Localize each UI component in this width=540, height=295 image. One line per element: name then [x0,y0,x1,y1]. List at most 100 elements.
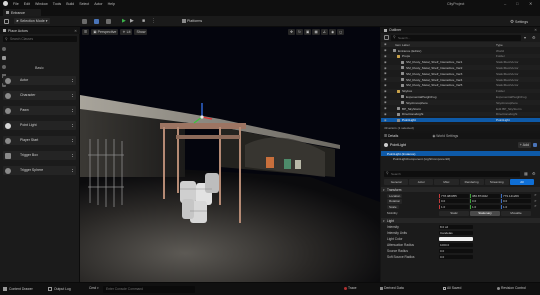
drag-handle-icon[interactable] [72,139,74,142]
tab-entrance[interactable]: Entrance [3,9,41,16]
minimize-icon[interactable]: – [504,1,506,6]
mobility-movable-button[interactable]: Movable [501,210,531,216]
angle-snap-icon[interactable]: ∠ [320,29,329,35]
derived-data-button[interactable]: Derived Data [380,286,404,290]
mobility-stationary-button[interactable]: Stationary [470,210,500,216]
settings-button[interactable]: ⚙ Settings [510,19,528,25]
content-drawer-button[interactable]: Content Drawer [3,285,47,293]
outliner-row[interactable]: ◉ SM_Rusty_Metal_Shelf_Interactive_Var3 St… [381,71,540,76]
visibility-eye-icon[interactable]: ◉ [384,77,387,81]
outliner-row[interactable]: ◉ SM_Rusty_Metal_Shelf_Interactive_Var4 St… [381,77,540,82]
menu-window[interactable]: Window [35,2,48,6]
menu-edit[interactable]: Edit [24,2,30,6]
transform-x-field[interactable]: 778.483355 [440,193,469,198]
transform-mode-dropdown[interactable]: Scale [387,204,399,210]
more-options-icon[interactable]: ⋮ [151,18,156,24]
property-value-field[interactable]: 1000.0 [439,242,473,247]
outliner-settings-icon[interactable]: ⚙ [532,35,536,40]
transform-x-field[interactable]: 1.0 [440,204,469,209]
drag-handle-icon[interactable] [72,94,74,97]
filter-actor[interactable]: Actor [409,178,434,185]
drag-handle-icon[interactable] [72,124,74,127]
console-input[interactable]: Enter Console Command [103,285,195,293]
blueprint-icon[interactable] [94,19,99,24]
filter-misc[interactable]: Misc [434,178,459,185]
visibility-eye-icon[interactable]: ◉ [384,118,387,122]
close-icon[interactable]: ✕ [529,1,532,6]
visibility-eye-icon[interactable]: ◉ [384,71,387,75]
blueprint-convert-icon[interactable] [533,143,537,147]
place-character-item[interactable]: Character [3,91,76,100]
visibility-eye-icon[interactable]: ◉ [384,48,387,52]
transform-mode-dropdown[interactable]: Location [387,193,403,199]
place-trigger-box-item[interactable]: Trigger Box [3,151,76,160]
lit-button[interactable]: ☀ Lit [120,29,133,35]
category-recent-icon[interactable] [2,47,6,51]
outliner-row[interactable]: ◉ SM_Rusty_Metal_Shelf_Interactive_Var2 St… [381,65,540,70]
transform-z-field[interactable]: 0.0 [502,199,531,204]
viewport-menu-button[interactable]: ☰ [82,29,90,35]
camera-speed-icon[interactable]: ◉ [329,29,337,35]
save-icon[interactable] [4,19,9,24]
item-label-column[interactable]: Item Label [395,43,409,47]
filter-streaming[interactable]: Streaming [484,178,509,185]
platforms-button[interactable]: Platforms [182,18,202,23]
add-content-icon[interactable] [82,19,87,24]
rotate-tool-icon[interactable]: ↻ [296,29,304,35]
perspective-button[interactable]: ▣ Perspective [91,29,119,35]
menu-actor[interactable]: Actor [94,2,102,6]
close-panel-icon[interactable]: ✕ [534,28,537,32]
property-matrix-icon[interactable]: ▦ [524,171,528,176]
outliner-row[interactable]: ◉ SkyAtmosphere SkyAtmosphere [381,100,540,105]
light-section-header[interactable]: ▾ Light [381,218,540,223]
cmd-dropdown[interactable]: Cmd ▾ [89,286,99,290]
filter-general[interactable]: General [384,178,409,185]
transform-y-field[interactable]: 1.0 [471,204,500,209]
transform-y-field[interactable]: 380.874042 [471,193,500,198]
drag-handle-icon[interactable] [72,154,74,157]
visibility-eye-icon[interactable]: ◉ [384,106,387,110]
reset-to-default-icon[interactable]: ↺ [534,199,537,203]
play-button[interactable]: ▶ [122,18,126,24]
visibility-eye-icon[interactable]: ◉ [384,83,387,87]
translate-tool-icon[interactable]: ✥ [288,29,296,35]
place-pawn-item[interactable]: Pawn [3,106,76,115]
details-settings-icon[interactable]: ⚙ [532,171,536,176]
visibility-eye-icon[interactable]: ◉ [384,100,387,104]
visibility-eye-icon[interactable]: ◉ [384,66,387,70]
add-component-button[interactable]: + Add [517,142,531,148]
drag-handle-icon[interactable] [72,169,74,172]
filter-rendering[interactable]: Rendering [459,178,484,185]
category-basic-icon[interactable] [2,56,6,60]
outliner-row[interactable]: ◉ Entrance (Editor) World [381,48,540,53]
property-value-field[interactable]: Candelas [439,230,473,235]
outliner-row[interactable]: ◉ Skybox Folder [381,88,540,93]
outliner-row[interactable]: ◉ BP_SkyStorm Edit BP_SkyStorm [381,106,540,111]
transform-y-field[interactable]: 0.0 [471,199,500,204]
drag-handle-icon[interactable] [72,109,74,112]
cinematics-icon[interactable] [106,19,111,24]
place-player-start-item[interactable]: Player Start [3,136,76,145]
place-trigger-sphere-item[interactable]: Trigger Sphere [3,166,76,175]
transform-z-field[interactable]: 779.141209 [502,193,531,198]
all-saved-button[interactable]: All Saved [443,286,461,290]
transform-x-field[interactable]: 0.0 [440,199,469,204]
menu-file[interactable]: File [13,2,19,6]
output-log-button[interactable]: Output Log [48,285,88,293]
menu-tools[interactable]: Tools [53,2,61,6]
place-actor-item[interactable]: Actor [3,76,76,85]
tab-world-settings[interactable]: ◉ World Settings [432,134,458,138]
trace-button[interactable]: Trace [344,286,357,290]
actor-name-field[interactable]: PointLight [390,143,406,147]
place-point-light-item[interactable]: Point Light [3,121,76,130]
transform-section-header[interactable]: ▾ Transform [381,187,540,192]
visibility-eye-icon[interactable]: ◉ [384,95,387,99]
transform-mode-dropdown[interactable]: Rotation [387,199,403,204]
menu-build[interactable]: Build [66,2,74,6]
close-panel-icon[interactable]: ✕ [74,29,77,33]
outliner-search-input[interactable]: ⚲ Search... [391,35,521,41]
class-search-input[interactable]: ⚲ Search Classes [3,36,77,42]
visibility-eye-icon[interactable]: ◉ [384,54,387,58]
mobility-static-button[interactable]: Static [439,210,469,216]
grid-snap-icon[interactable]: ▦ [312,29,320,35]
